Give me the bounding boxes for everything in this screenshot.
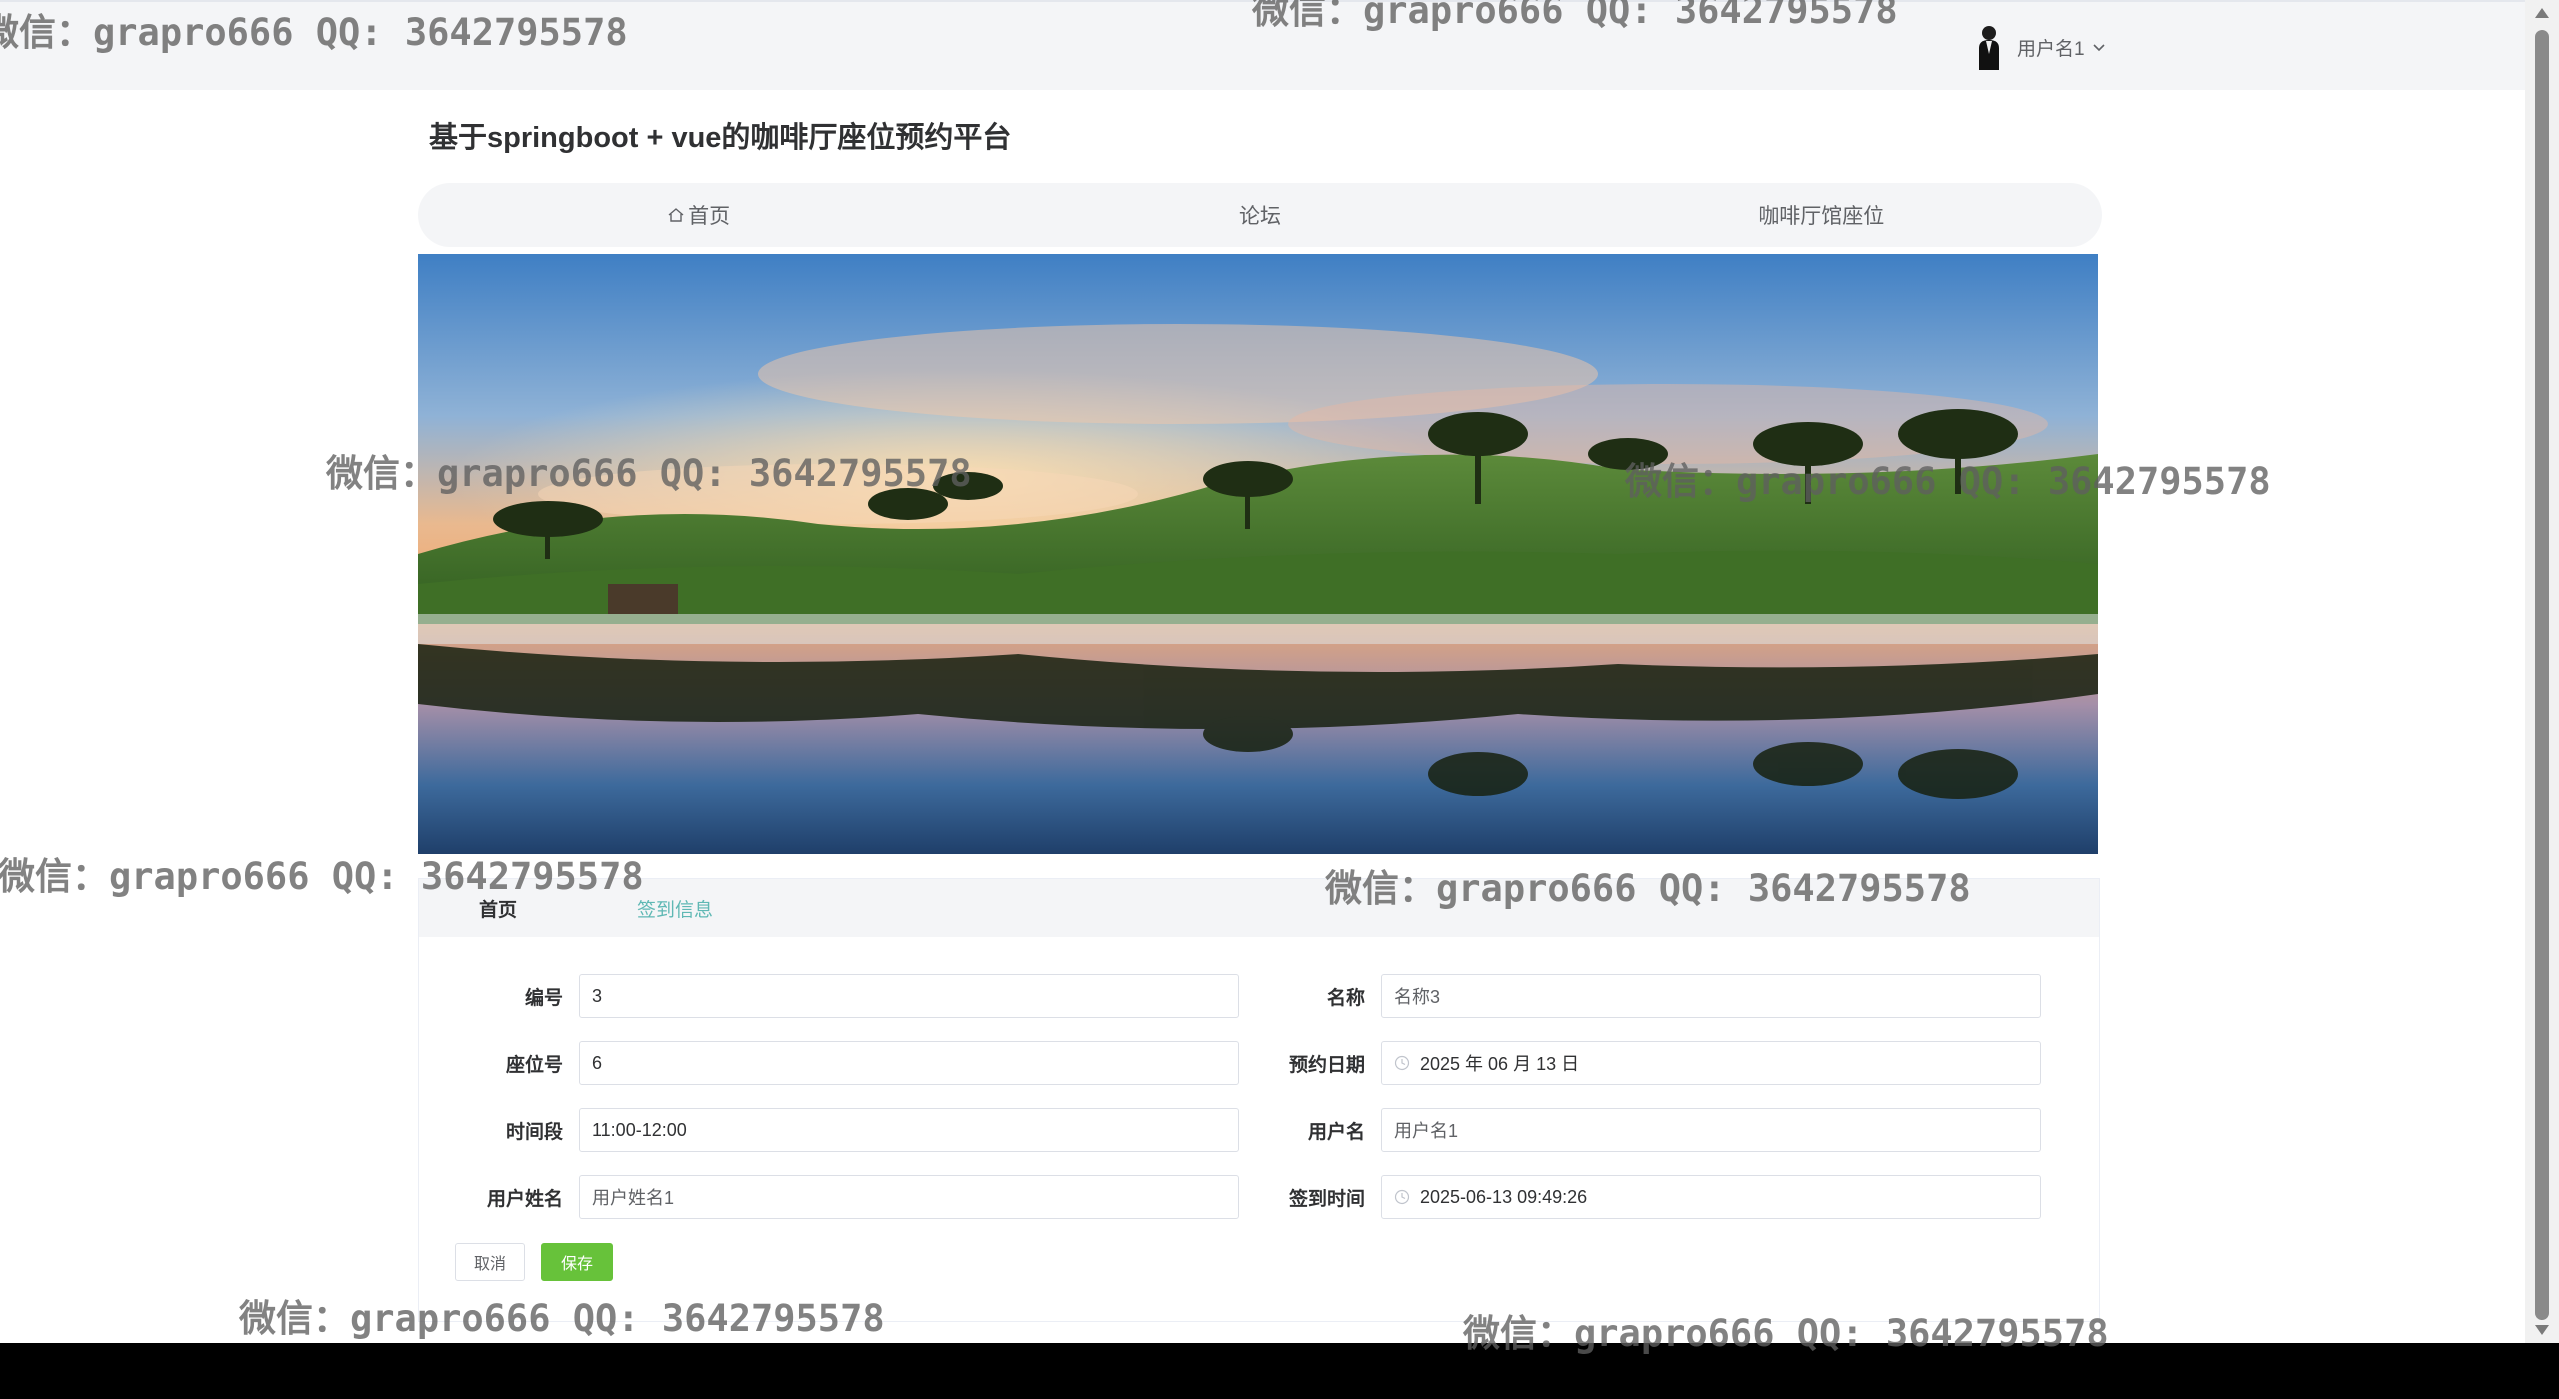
booking-date-field[interactable]: 2025 年 06 月 13 日 [1381,1041,2041,1085]
banner-image [418,254,2098,854]
field-label: 用户名 [1307,1121,1365,1143]
nav-item-cafe-seats[interactable]: 咖啡厅馆座位 [1541,183,2102,247]
checkin-time-field[interactable]: 2025-06-13 09:49:26 [1381,1175,2041,1219]
chevron-down-icon [2093,44,2105,52]
home-icon [668,208,684,222]
clock-icon [1394,1189,1410,1205]
form-row-zuoweihao: 座位号 6 [419,1041,1239,1085]
breadcrumb: 首页 签到信息 [419,879,2099,937]
nav-item-home[interactable]: 首页 [418,183,979,247]
nav-item-label: 论坛 [1238,205,1281,228]
field-label: 预约日期 [1288,1054,1365,1076]
field-label: 座位号 [505,1054,563,1076]
nav-item-label: 咖啡厅馆座位 [1758,205,1885,228]
time-slot-field[interactable]: 11:00-12:00 [579,1108,1239,1152]
scroll-down-arrow-icon[interactable] [2535,1325,2549,1335]
field-label: 编号 [524,987,563,1009]
nav-item-label: 首页 [688,205,731,228]
avatar [1975,24,2003,70]
form-row-yuyueriqi: 预约日期 2025 年 06 月 13 日 [1221,1041,2041,1085]
seat-number-field[interactable]: 6 [579,1041,1239,1085]
breadcrumb-home[interactable]: 首页 [479,895,517,922]
form-row-yonghuxingming: 用户姓名 用户姓名1 [419,1175,1239,1219]
site-title: 基于springboot + vue的咖啡厅座位预约平台 [429,122,1012,154]
form-row-qiandaoshijian: 签到时间 2025-06-13 09:49:26 [1221,1175,2041,1219]
username-label: 用户名1 [2017,38,2085,60]
form-row-shijianduan: 时间段 11:00-12:00 [419,1108,1239,1152]
bianhao-field[interactable]: 3 [579,974,1239,1018]
user-fullname-field[interactable]: 用户姓名1 [579,1175,1239,1219]
cancel-button[interactable]: 取消 [455,1243,525,1281]
checkin-time-value: 2025-06-13 09:49:26 [1420,1186,1588,1207]
field-label: 签到时间 [1288,1188,1365,1210]
user-dropdown[interactable]: 用户名1 [1975,24,2107,70]
scroll-thumb[interactable] [2535,30,2549,1320]
field-label: 时间段 [505,1121,563,1143]
save-button[interactable]: 保存 [541,1243,613,1281]
page: 用户名1 基于springboot + vue的咖啡厅座位预约平台 首页 论坛 … [0,0,2559,1399]
username-field[interactable]: 用户名1 [1381,1108,2041,1152]
scroll-up-arrow-icon[interactable] [2535,8,2549,18]
nav-item-forum[interactable]: 论坛 [979,183,1540,247]
field-label: 用户姓名 [486,1188,563,1210]
checkin-panel: 首页 签到信息 编号 3 座位号 6 时间段 11:00-12:00 用户姓名 … [418,878,2100,1322]
top-header: 用户名1 [0,0,2525,90]
main-nav: 首页 论坛 咖啡厅馆座位 [418,183,2102,247]
form-row-bianhao: 编号 3 [419,974,1239,1018]
form-row-yonghuming: 用户名 用户名1 [1221,1108,2041,1152]
booking-date-value: 2025 年 06 月 13 日 [1420,1054,1580,1074]
bottom-bar [0,1343,2559,1399]
scrollbar[interactable] [2525,0,2559,1343]
name-field[interactable]: 名称3 [1381,974,2041,1018]
field-label: 名称 [1326,987,1365,1009]
breadcrumb-current: 签到信息 [637,899,714,921]
clock-icon [1394,1055,1410,1071]
form-row-mingcheng: 名称 名称3 [1221,974,2041,1018]
